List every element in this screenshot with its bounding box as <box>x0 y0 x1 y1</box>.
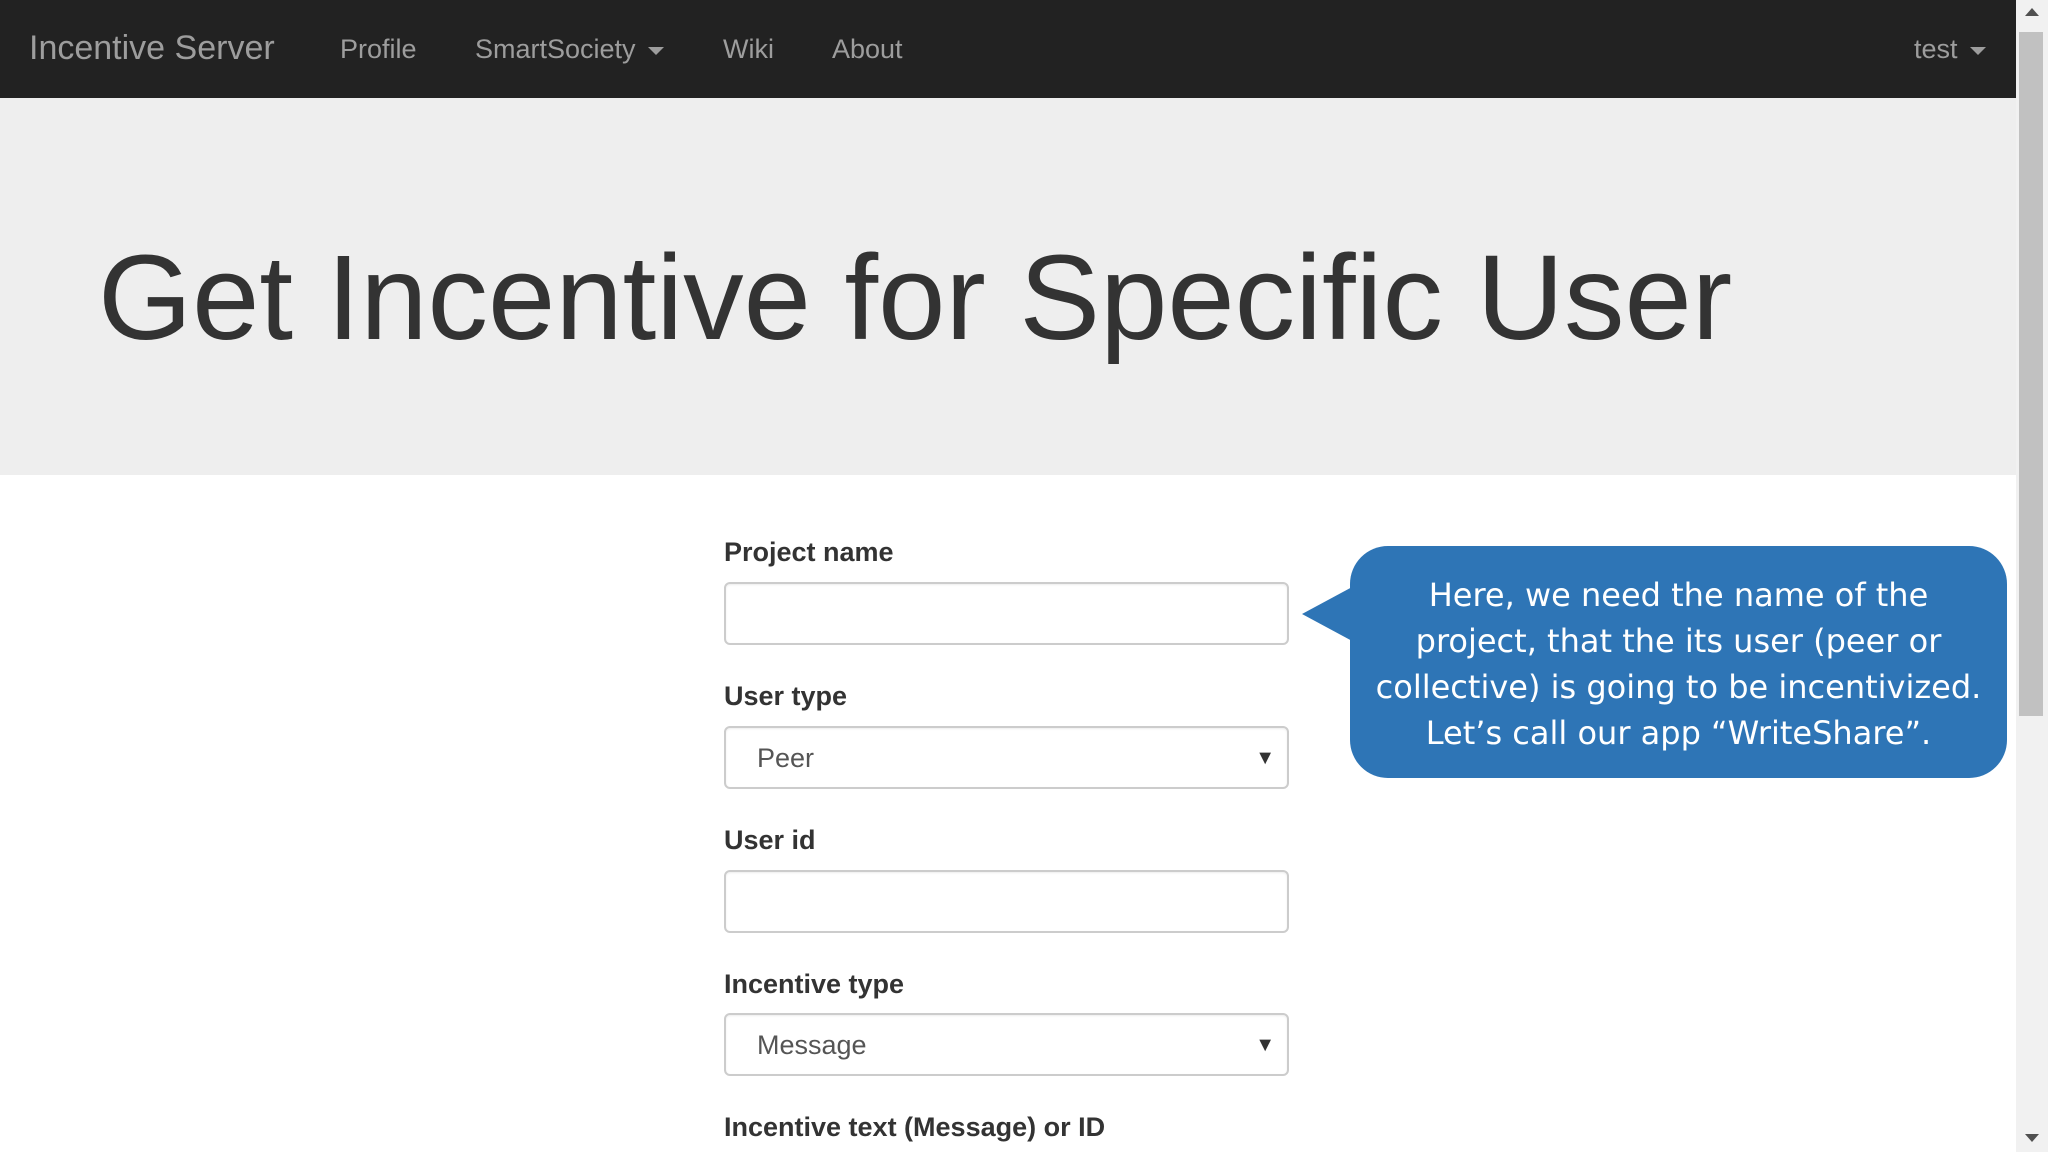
incentive-type-selected: Message <box>757 1030 867 1060</box>
callout-line: Here, we need the name of the <box>1428 576 1929 614</box>
user-menu-dropdown[interactable]: test <box>1914 32 1986 66</box>
nav-about[interactable]: About <box>832 32 903 66</box>
incentive-type-select[interactable]: Message ▼ <box>724 1013 1289 1076</box>
dropdown-arrow-icon: ▼ <box>1255 1034 1275 1056</box>
callout-pointer <box>1302 586 1354 642</box>
caret-down-icon <box>1969 46 1986 55</box>
page-title: Get Incentive for Specific User <box>98 229 1733 365</box>
scroll-down-arrow-icon[interactable] <box>2025 1134 2039 1142</box>
callout-line: Let’s call our app “WriteShare”. <box>1425 714 1932 752</box>
project-name-input[interactable] <box>724 582 1289 645</box>
scrollbar-thumb[interactable] <box>2019 32 2043 716</box>
scroll-up-arrow-icon[interactable] <box>2025 8 2039 16</box>
callout-line: project, that the its user (peer or <box>1415 622 1942 660</box>
user-type-select[interactable]: Peer ▼ <box>724 726 1289 789</box>
project-name-label: Project name <box>724 537 894 567</box>
user-id-input[interactable] <box>724 870 1289 933</box>
brand-link[interactable]: Incentive Server <box>29 26 275 70</box>
callout-line: collective) is going to be incentivized. <box>1375 668 1982 706</box>
nav-smartsociety-label: SmartSociety <box>475 34 636 64</box>
user-id-label: User id <box>724 825 816 855</box>
vertical-scrollbar[interactable] <box>2016 0 2048 1152</box>
incentive-text-label: Incentive text (Message) or ID <box>724 1112 1106 1142</box>
caret-down-icon <box>647 46 664 55</box>
incentive-type-label: Incentive type <box>724 969 905 999</box>
top-navbar: Incentive Server Profile SmartSociety Wi… <box>0 0 2016 98</box>
callout-bubble: Here, we need the name of the project, t… <box>1350 546 2007 778</box>
user-type-label: User type <box>724 681 848 711</box>
nav-smartsociety-dropdown[interactable]: SmartSociety <box>475 32 664 66</box>
nav-wiki[interactable]: Wiki <box>723 32 774 66</box>
nav-profile[interactable]: Profile <box>340 32 417 66</box>
dropdown-arrow-icon: ▼ <box>1255 747 1275 769</box>
user-type-selected: Peer <box>757 743 815 773</box>
user-menu-label: test <box>1914 34 1958 64</box>
